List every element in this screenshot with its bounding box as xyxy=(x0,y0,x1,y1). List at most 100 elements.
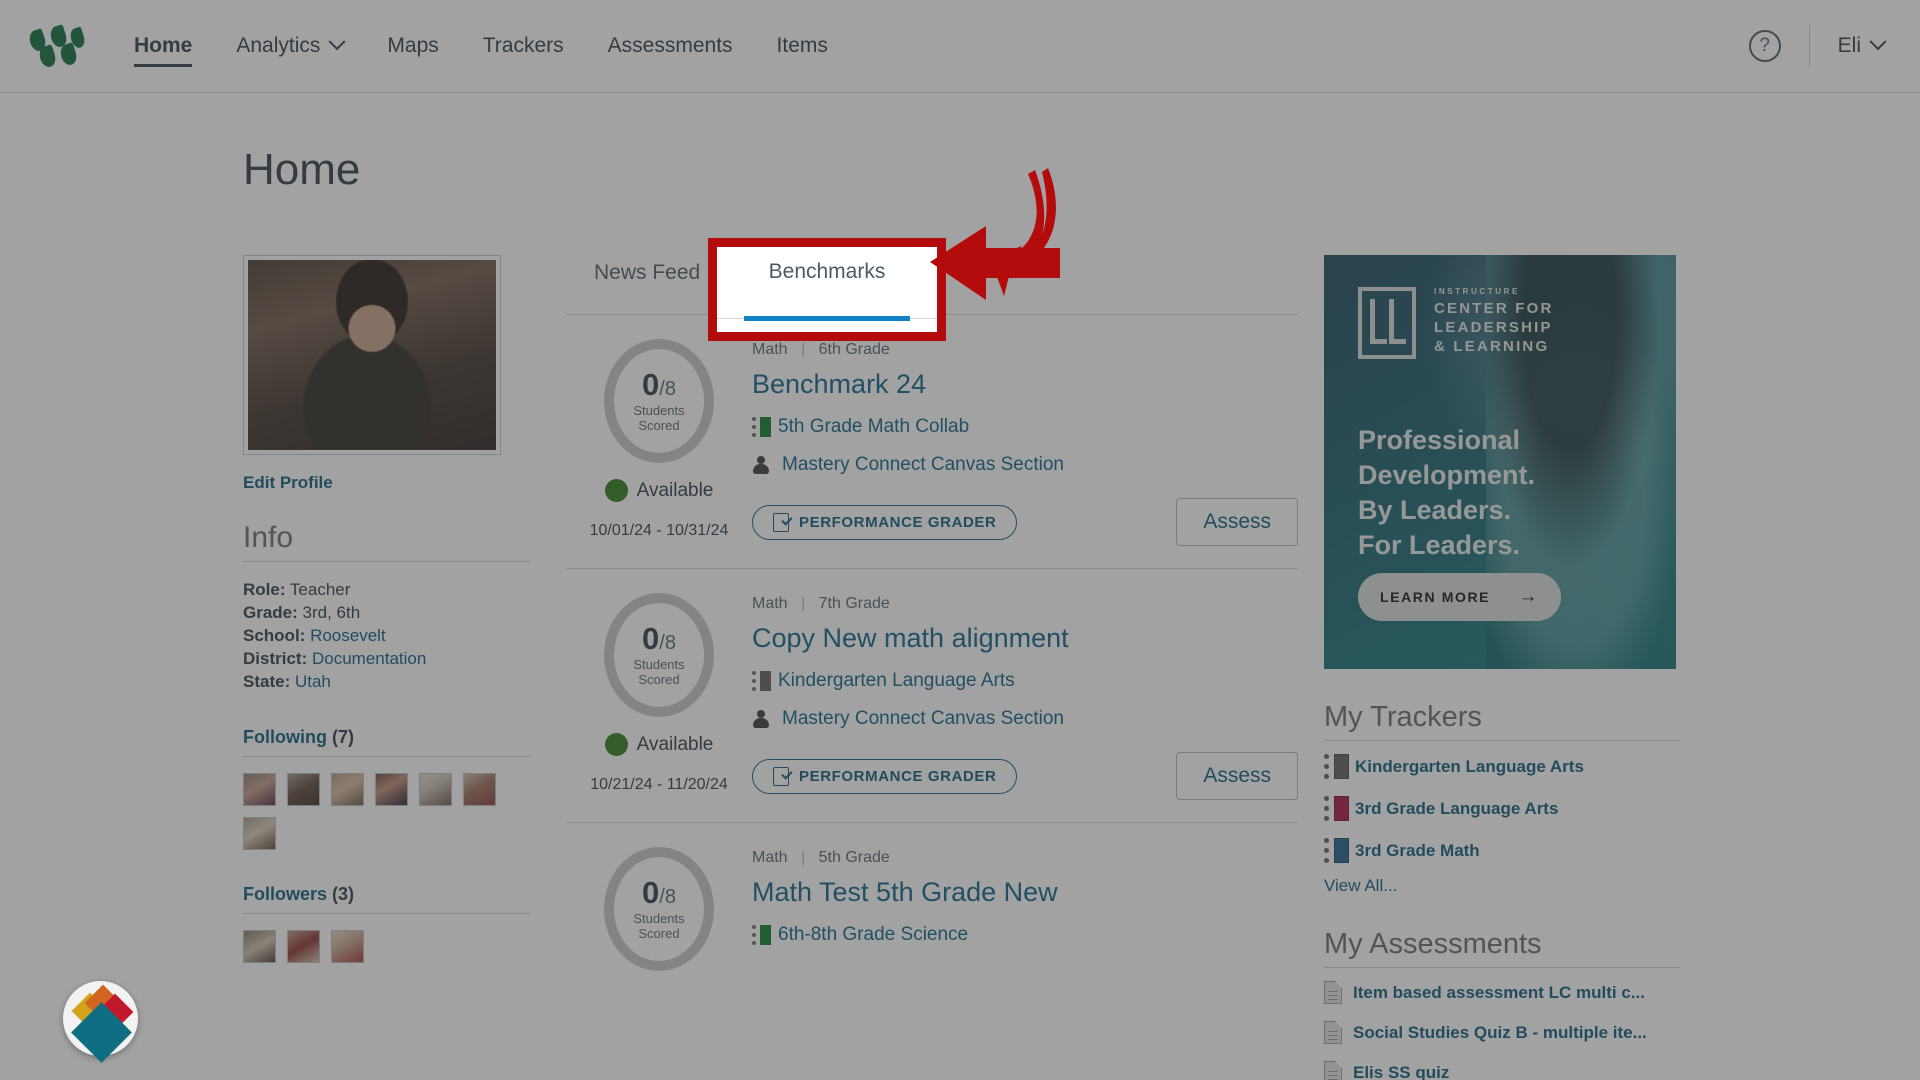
avatar[interactable] xyxy=(287,773,320,806)
benchmark-section-link[interactable]: Mastery Connect Canvas Section xyxy=(782,708,1064,730)
tab-news-feed[interactable]: News Feed xyxy=(566,255,728,315)
benchmark-tracker-link[interactable]: Kindergarten Language Arts xyxy=(778,670,1015,692)
benchmark-tracker-link[interactable]: 5th Grade Math Collab xyxy=(778,416,969,438)
assessment-list-item[interactable]: Item based assessment LC multi c... xyxy=(1324,981,1684,1004)
benchmark-title-link[interactable]: Math Test 5th Grade New xyxy=(752,877,1298,908)
promo-cta-label: LEARN MORE xyxy=(1380,589,1491,605)
performance-grader-label: PERFORMANCE GRADER xyxy=(799,513,997,531)
assessment-list-item[interactable]: Social Studies Quiz B - multiple ite... xyxy=(1324,1021,1684,1044)
assess-button[interactable]: Assess xyxy=(1176,752,1298,800)
scored-count: 0 xyxy=(642,367,660,402)
avatar[interactable] xyxy=(419,773,452,806)
avatar[interactable] xyxy=(243,773,276,806)
nav-item-assessments[interactable]: Assessments xyxy=(586,0,755,93)
scored-count: 0 xyxy=(642,621,660,656)
scored-label-line2: Scored xyxy=(638,926,680,941)
info-value-state[interactable]: Utah xyxy=(295,672,331,691)
help-icon[interactable]: ? xyxy=(1748,30,1781,62)
nav-item-maps[interactable]: Maps xyxy=(365,0,460,93)
assess-button[interactable]: Assess xyxy=(1176,498,1298,546)
benchmark-grade: 5th Grade xyxy=(818,849,890,866)
benchmark-tracker-row: 6th-8th Grade Science xyxy=(752,924,1298,946)
nav-item-home[interactable]: Home xyxy=(112,0,214,93)
cll-mark-icon xyxy=(1358,287,1416,359)
notebook-icon xyxy=(1324,796,1349,821)
tracker-list-item[interactable]: Kindergarten Language Arts xyxy=(1324,754,1684,779)
edit-profile-link[interactable]: Edit Profile xyxy=(243,473,333,493)
assessment-list-item[interactable]: Elis SS quiz xyxy=(1324,1061,1684,1080)
scored-label-line1: Students xyxy=(633,403,685,418)
avatar[interactable] xyxy=(243,930,276,963)
status-dot-icon xyxy=(604,733,628,756)
status-label: Available xyxy=(636,733,714,755)
date-range: 10/21/24 - 11/20/24 xyxy=(590,776,728,793)
arrow-right-icon: → xyxy=(1518,586,1539,607)
info-row-district: District: Documentation xyxy=(243,647,531,670)
performance-grader-button[interactable]: PERFORMANCE GRADER xyxy=(752,504,1018,540)
nav-item-trackers-label: Trackers xyxy=(482,34,564,57)
nav-item-items[interactable]: Items xyxy=(755,0,850,93)
tracker-list-item[interactable]: 3rd Grade Math xyxy=(1324,838,1684,863)
my-trackers-heading: My Trackers xyxy=(1324,701,1680,741)
avatar[interactable] xyxy=(287,930,320,963)
performance-grader-button[interactable]: PERFORMANCE GRADER xyxy=(752,758,1018,794)
followers-heading[interactable]: Followers (3) xyxy=(243,884,531,914)
avatar[interactable] xyxy=(331,773,364,806)
scored-label-line1: Students xyxy=(633,911,685,926)
followers-count: (3) xyxy=(332,884,355,904)
benchmark-tracker-link[interactable]: 6th-8th Grade Science xyxy=(778,924,968,946)
tracker-item-label: 3rd Grade Language Arts xyxy=(1355,798,1559,818)
profile-photo xyxy=(243,255,501,455)
nav-item-maps-label: Maps xyxy=(387,34,439,57)
info-list: Role: Teacher Grade: 3rd, 6th School: Ro… xyxy=(243,578,531,693)
promo-banner[interactable]: INSTRUCTURE CENTER FOR LEADERSHIP & LEAR… xyxy=(1324,255,1676,669)
avatar[interactable] xyxy=(375,773,408,806)
benchmark-title-link[interactable]: Benchmark 24 xyxy=(752,369,1298,400)
benchmark-title-link[interactable]: Copy New math alignment xyxy=(752,623,1298,654)
following-heading[interactable]: Following (7) xyxy=(243,727,531,757)
avatar[interactable] xyxy=(331,930,364,963)
support-launcher-button[interactable] xyxy=(63,981,138,1063)
promo-brand-line2: LEADERSHIP xyxy=(1434,319,1553,336)
nav-item-assessments-label: Assessments xyxy=(607,34,733,57)
main-feed: News Feed Benchmarks 0/8 S xyxy=(566,255,1298,993)
nav-item-analytics[interactable]: Analytics xyxy=(214,0,365,93)
benchmark-actions: PERFORMANCE GRADER Assess xyxy=(752,498,1298,546)
date-range: 10/01/24 - 10/31/24 xyxy=(589,522,729,539)
tracker-icon xyxy=(752,671,771,691)
my-assessments-list: Item based assessment LC multi c... Soci… xyxy=(1324,981,1684,1080)
benchmark-section-link[interactable]: Mastery Connect Canvas Section xyxy=(782,454,1064,476)
performance-grader-icon xyxy=(773,512,789,532)
user-menu-label: Eli xyxy=(1837,34,1861,57)
promo-headline-line2: Development. xyxy=(1358,460,1536,490)
info-label-role: Role: xyxy=(243,580,286,599)
people-icon xyxy=(752,455,771,475)
avatar[interactable] xyxy=(463,773,496,806)
assessment-item-label: Social Studies Quiz B - multiple ite... xyxy=(1353,1022,1647,1042)
info-row-state: State: Utah xyxy=(243,670,531,693)
document-icon xyxy=(1324,981,1342,1004)
promo-learn-more-button[interactable]: LEARN MORE → xyxy=(1358,573,1561,621)
info-heading: Info xyxy=(243,521,531,562)
info-row-role: Role: Teacher xyxy=(243,578,531,601)
tracker-list-item[interactable]: 3rd Grade Language Arts xyxy=(1324,796,1684,821)
my-assessments-heading: My Assessments xyxy=(1324,928,1680,968)
students-scored-donut: 0/8 Students Scored xyxy=(604,593,714,717)
user-menu[interactable]: Eli xyxy=(1837,33,1887,58)
info-value-school[interactable]: Roosevelt xyxy=(310,626,386,645)
benchmark-tracker-row: 5th Grade Math Collab xyxy=(752,416,1298,438)
performance-grader-icon xyxy=(773,766,789,786)
benchmark-tracker-row: Kindergarten Language Arts xyxy=(752,670,1298,692)
trackers-view-all-link[interactable]: View All... xyxy=(1324,876,1684,896)
nav-item-trackers[interactable]: Trackers xyxy=(461,0,586,93)
top-navigation-bar: Home Analytics Maps Trackers Assessments… xyxy=(0,0,1920,93)
benchmark-subject: Math xyxy=(752,849,788,866)
status-label: Available xyxy=(636,479,714,501)
benchmark-card: 0/8 Students Scored Math | 5th Grade Mat… xyxy=(566,823,1298,993)
info-row-grade: Grade: 3rd, 6th xyxy=(243,601,531,624)
scored-total: /8 xyxy=(659,378,676,400)
scored-label-line1: Students xyxy=(633,657,685,672)
info-value-district[interactable]: Documentation xyxy=(312,649,426,668)
avatar[interactable] xyxy=(243,817,276,850)
mastery-connect-logo-icon[interactable] xyxy=(27,24,87,69)
